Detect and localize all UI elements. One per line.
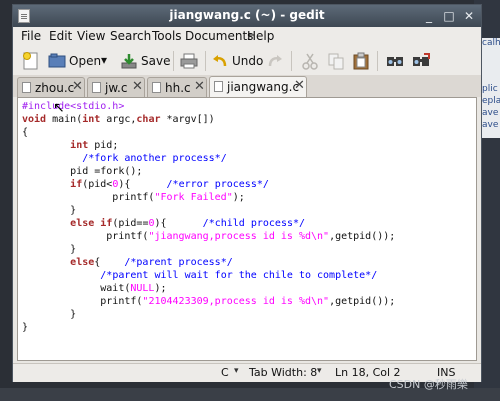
open-button[interactable]: Open: [69, 54, 101, 68]
document-icon: [22, 82, 31, 93]
code-line[interactable]: printf("Fork Failed");: [22, 192, 244, 205]
code-line[interactable]: if(pid<0){ /*error process*/: [22, 179, 269, 192]
tab-label: hh.c: [165, 81, 191, 95]
window-title: jiangwang.c (~) - gedit: [169, 8, 325, 22]
chevron-down-icon[interactable]: ▾: [234, 366, 239, 376]
language-selector[interactable]: C: [221, 366, 229, 379]
code-line[interactable]: }: [22, 322, 28, 335]
bg-text: calh: [482, 38, 500, 48]
print-icon[interactable]: [179, 51, 199, 71]
tab-close-icon[interactable]: ✕: [72, 79, 83, 94]
chevron-down-icon[interactable]: ▾: [317, 366, 322, 376]
open-folder-icon[interactable]: [47, 51, 67, 71]
code-line[interactable]: {: [22, 127, 28, 140]
code-line[interactable]: printf("jiangwang,process id is %d\n",ge…: [22, 231, 395, 244]
code-line[interactable]: /*parent will wait for the chile to comp…: [22, 270, 377, 283]
mouse-pointer-icon: ↖: [53, 100, 65, 116]
tab-close-icon[interactable]: ✕: [194, 79, 205, 94]
undo-button[interactable]: Undo: [232, 54, 263, 68]
find-replace-icon[interactable]: [411, 51, 431, 71]
tab-label: jiangwang.c: [227, 80, 300, 94]
code-editor[interactable]: #include<stdio.h> void main(int argc,cha…: [17, 97, 477, 361]
save-icon[interactable]: [119, 51, 139, 71]
bg-text: plic: [482, 84, 498, 94]
toolbar-separator: [291, 51, 292, 71]
watermark: CSDN @秒雨樂: [389, 378, 468, 391]
code-line[interactable]: #include<stdio.h>: [22, 101, 124, 114]
toolbar: Open ▾ Save Undo: [13, 47, 481, 76]
document-icon: [152, 82, 161, 93]
document-icon: [92, 82, 101, 93]
code-line[interactable]: pid =fork();: [22, 166, 142, 179]
find-icon[interactable]: [385, 51, 405, 71]
close-button[interactable]: ✕: [461, 8, 477, 24]
document-tabs: zhou.c ✕ jw.c ✕ hh.c ✕ jiangwang.c ✕: [13, 75, 481, 97]
maximize-button[interactable]: □: [441, 8, 457, 24]
tab-close-icon[interactable]: ✕: [294, 78, 305, 93]
code-line[interactable]: }: [22, 309, 76, 322]
menubar: File Edit View Search Tools Documents He…: [13, 27, 481, 47]
menu-search[interactable]: Search: [110, 29, 151, 43]
code-line[interactable]: /*fork another process*/: [22, 153, 227, 166]
toolbar-separator: [173, 51, 174, 71]
gedit-window: jiangwang.c (~) - gedit _ □ ✕ File Edit …: [12, 4, 482, 382]
open-recent-dropdown[interactable]: ▾: [101, 53, 107, 67]
bg-text: ave: [482, 108, 499, 118]
menu-view[interactable]: View: [77, 29, 105, 43]
tab-zhou-c[interactable]: zhou.c ✕: [17, 77, 85, 97]
code-line[interactable]: }: [22, 205, 76, 218]
tab-hh-c[interactable]: hh.c ✕: [147, 77, 207, 97]
document-icon: [214, 81, 223, 92]
menu-edit[interactable]: Edit: [49, 29, 72, 43]
code-line[interactable]: wait(NULL);: [22, 283, 166, 296]
undo-icon[interactable]: [210, 51, 230, 71]
save-button[interactable]: Save: [141, 54, 170, 68]
menu-file[interactable]: File: [21, 29, 41, 43]
titlebar[interactable]: jiangwang.c (~) - gedit _ □ ✕: [13, 5, 481, 27]
menu-documents[interactable]: Documents: [185, 29, 253, 43]
paste-icon[interactable]: [351, 51, 371, 71]
bg-text: ave: [482, 120, 499, 130]
redo-icon[interactable]: [265, 51, 285, 71]
code-line[interactable]: printf("2104423309,process id is %d\n",g…: [22, 296, 395, 309]
code-line[interactable]: int pid;: [22, 140, 118, 153]
new-document-icon[interactable]: [21, 51, 41, 71]
toolbar-separator: [377, 51, 378, 71]
cut-icon[interactable]: [300, 51, 320, 71]
code-line[interactable]: }: [22, 244, 76, 257]
tab-jiangwang-c[interactable]: jiangwang.c ✕: [209, 76, 307, 97]
tab-jw-c[interactable]: jw.c ✕: [87, 77, 145, 97]
menu-tools[interactable]: Tools: [152, 29, 182, 43]
tab-label: zhou.c: [35, 81, 75, 95]
toolbar-separator: [205, 51, 206, 71]
copy-icon[interactable]: [326, 51, 346, 71]
code-line[interactable]: void main(int argc,char *argv[]): [22, 114, 215, 127]
tab-label: jw.c: [105, 81, 128, 95]
bg-text: epla: [482, 96, 500, 106]
menu-help[interactable]: Help: [247, 29, 274, 43]
code-line[interactable]: else{ /*parent process*/: [22, 257, 233, 270]
tab-width-selector[interactable]: Tab Width: 8: [249, 366, 317, 379]
code-line[interactable]: else if(pid==0){ /*child process*/: [22, 218, 305, 231]
minimize-button[interactable]: _: [421, 8, 437, 24]
tab-close-icon[interactable]: ✕: [132, 79, 143, 94]
